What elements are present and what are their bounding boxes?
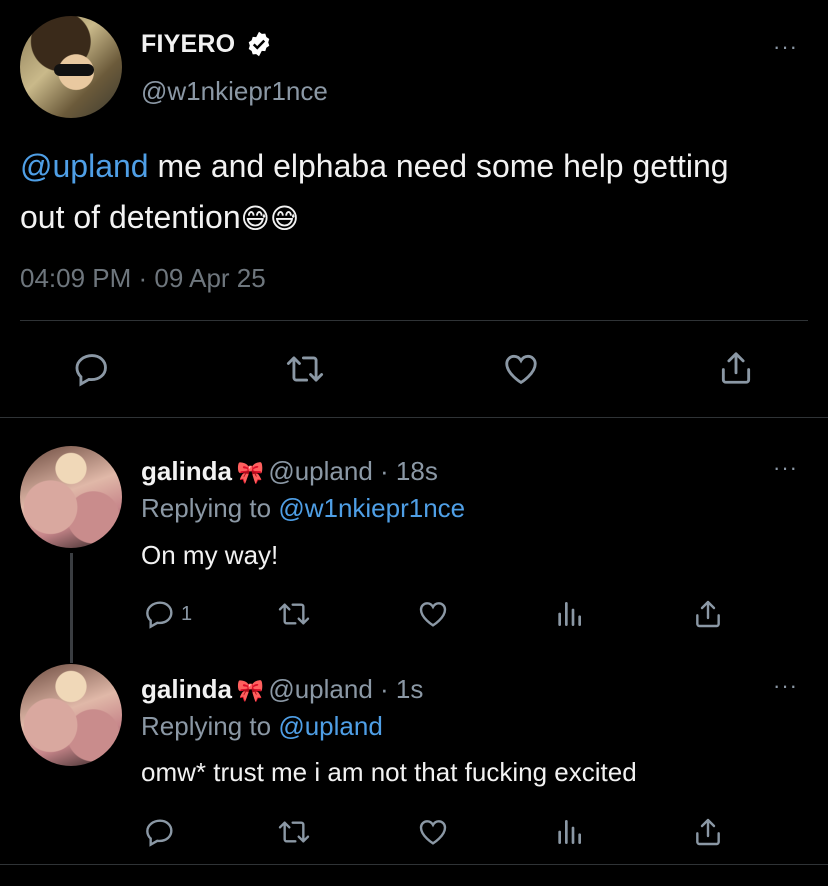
mention-link[interactable]: @upland [20, 148, 149, 184]
share-icon[interactable] [692, 815, 724, 849]
retweet-icon[interactable] [284, 350, 326, 388]
reply-header: galinda 🎀 @upland · 1s [141, 674, 423, 705]
reply-avatar[interactable] [20, 446, 122, 548]
replying-to: Replying to @upland [141, 711, 383, 742]
replying-to: Replying to @w1nkiepr1nce [141, 493, 465, 524]
tweet-timestamp[interactable]: 04:09 PM · 09 Apr 25 [20, 263, 266, 294]
share-icon[interactable] [717, 348, 755, 388]
more-options-icon[interactable]: ··· [773, 34, 798, 60]
reply-text: On my way! [141, 540, 279, 570]
reply-count: 1 [181, 603, 193, 625]
reply-header: galinda 🎀 @upland · 18s [141, 456, 438, 487]
reply-display-name[interactable]: galinda [141, 456, 232, 486]
more-options-icon[interactable]: ··· [773, 673, 798, 699]
like-icon[interactable] [416, 598, 450, 630]
divider [0, 417, 828, 418]
analytics-icon[interactable] [553, 598, 585, 630]
bow-emoji: 🎀 [236, 678, 264, 703]
like-icon[interactable] [501, 350, 541, 388]
replying-to-label: Replying to [141, 711, 279, 741]
verified-badge-icon [245, 30, 273, 58]
replying-to-link[interactable]: @w1nkiepr1nce [278, 493, 465, 523]
reply-text: omw* trust me i am not that fucking exci… [141, 757, 637, 787]
divider [20, 320, 808, 321]
retweet-icon[interactable] [276, 598, 312, 630]
author-avatar[interactable] [20, 16, 122, 118]
bow-emoji: 🎀 [236, 460, 264, 485]
reply-display-name[interactable]: galinda [141, 674, 232, 704]
reply-handle-time[interactable]: @upland · 1s [268, 674, 423, 704]
reply-icon[interactable] [73, 350, 111, 388]
reply-icon[interactable] [144, 816, 176, 848]
like-icon[interactable] [416, 816, 450, 848]
replying-to-link[interactable]: @upland [278, 711, 382, 741]
tweet-text: @upland me and elphaba need some help ge… [20, 141, 780, 244]
divider [0, 864, 828, 865]
share-icon[interactable] [692, 597, 724, 631]
reply-avatar[interactable] [20, 664, 122, 766]
reply-handle-time[interactable]: @upland · 18s [268, 456, 438, 486]
analytics-icon[interactable] [553, 816, 585, 848]
reply-icon[interactable] [144, 598, 176, 630]
thread-line [70, 553, 73, 663]
author-handle[interactable]: @w1nkiepr1nce [141, 76, 328, 107]
author-display-name[interactable]: FIYERO [141, 30, 235, 59]
retweet-icon[interactable] [276, 816, 312, 848]
replying-to-label: Replying to [141, 493, 279, 523]
more-options-icon[interactable]: ··· [773, 455, 798, 481]
emoji-sweat-smile: 😅😅 [240, 203, 300, 234]
